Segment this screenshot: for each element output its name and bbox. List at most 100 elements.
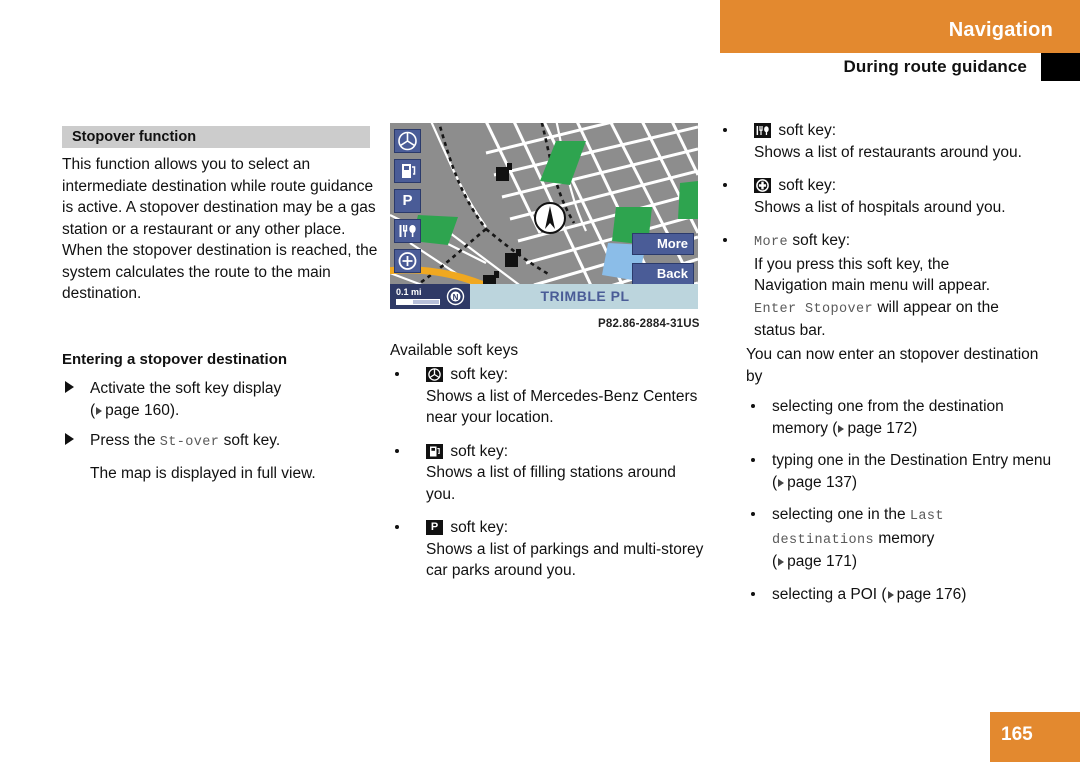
- enter-stopover-label: Enter Stopover: [754, 301, 874, 317]
- right-softkey-list: soft key: Shows a list of restaurants ar…: [718, 120, 1048, 354]
- page-ref-triangle-icon: [887, 590, 894, 599]
- figure-caption: P82.86-2884-31US: [598, 318, 700, 330]
- softkey-description: Shows a list of filling stations around …: [426, 464, 676, 503]
- method-text-tail: memory: [874, 529, 935, 547]
- softkey-fuel-pump[interactable]: [394, 159, 421, 183]
- svg-text:N: N: [453, 293, 459, 302]
- bullet-dot-icon: [751, 591, 755, 596]
- softkey-mercedes-star[interactable]: [394, 129, 421, 153]
- page-title: Navigation: [948, 19, 1053, 41]
- map-street-label: TRIMBLE PL: [540, 288, 630, 304]
- more-line-3: will appear on the: [877, 298, 999, 316]
- page-number: 165: [1001, 724, 1033, 745]
- step-text: Press the: [90, 432, 156, 449]
- step-note: The map is displayed in full view.: [90, 464, 316, 482]
- map-scale-bar: [396, 299, 440, 305]
- method-ref: page 171): [787, 553, 857, 570]
- method-text: selecting a POI (: [772, 585, 887, 603]
- enter-stopover-paragraph: You can now enter an stopover destinatio…: [746, 346, 1039, 385]
- triangle-bullet-icon: [65, 381, 74, 393]
- step-item: Press the St-over soft key.: [62, 430, 378, 454]
- section-heading-bar: Stopover function: [62, 126, 370, 148]
- more-line-4: status bar.: [754, 322, 826, 339]
- list-item: soft key: Shows a list of restaurants ar…: [718, 120, 1048, 163]
- step-text-tail: soft key.: [223, 432, 281, 449]
- list-item: selecting a POI ( page 176): [746, 584, 1052, 606]
- page-ref-triangle-icon: [838, 424, 845, 433]
- more-line-2: Navigation main menu will appear.: [754, 277, 991, 294]
- softkey-parking[interactable]: P: [394, 189, 421, 213]
- softkey-suffix: soft key:: [778, 177, 837, 194]
- list-item: soft key: Shows a list of Mercedes-Benz …: [390, 364, 706, 429]
- list-item: selecting one in the Last destinations m…: [746, 504, 1052, 573]
- bullet-dot-icon: [723, 183, 727, 187]
- parking-icon: P: [402, 192, 413, 209]
- mercedes-star-icon: [426, 367, 443, 382]
- softkey-suffix: soft key:: [450, 366, 509, 383]
- bullet-dot-icon: [723, 238, 727, 242]
- page-ref-triangle-icon: [96, 406, 103, 415]
- softkey-name: St-over: [159, 435, 220, 450]
- bullet-dot-icon: [395, 372, 399, 376]
- zoom-in-icon: [398, 252, 417, 270]
- softkey-description: Shows a list of hospitals around you.: [754, 198, 1006, 216]
- softkey-description: Shows a list of restaurants around you.: [754, 143, 1022, 161]
- method-text: selecting one in the: [772, 506, 910, 523]
- bullet-dot-icon: [751, 512, 755, 516]
- bullet-dot-icon: [395, 448, 399, 453]
- softkey-name-more: More: [754, 235, 789, 250]
- method-ref: page 172): [847, 419, 918, 437]
- softkey-zoom-in[interactable]: [394, 249, 421, 273]
- method-ref: page 176): [896, 585, 967, 603]
- procedure-steps: Activate the soft key display ( page 160)…: [62, 378, 378, 493]
- intro-paragraph: This function allows you to select an in…: [62, 156, 378, 302]
- method-ref: page 137): [787, 473, 857, 491]
- softkey-suffix: soft key:: [450, 519, 509, 536]
- restaurant-icon: [754, 123, 771, 138]
- manual-page: Navigation During route guidance Stopove…: [0, 0, 1080, 762]
- parking-icon: P: [426, 520, 443, 535]
- list-item: P soft key: Shows a list of parkings and…: [390, 517, 706, 582]
- step-ref-page: page 160).: [105, 401, 180, 419]
- map-back-button[interactable]: Back: [632, 263, 694, 285]
- softkey-restaurant[interactable]: [394, 219, 421, 243]
- list-item: selecting one from the destination memor…: [746, 396, 1052, 439]
- map-scale-label: 0.1 mi: [396, 287, 422, 297]
- middle-softkey-list: soft key: Shows a list of Mercedes-Benz …: [390, 364, 706, 594]
- method-ref-open: (: [772, 553, 778, 570]
- softkey-description: Shows a list of Mercedes-Benz Centers ne…: [426, 387, 698, 427]
- compass-north-icon: N: [446, 287, 465, 306]
- list-item: soft key: Shows a list of filling statio…: [390, 441, 706, 506]
- mercedes-star-icon: [398, 131, 417, 151]
- map-status-bar: 0.1 mi N TRIMBLE PL: [390, 284, 698, 309]
- bullet-dot-icon: [395, 525, 399, 529]
- more-line-1: If you press this soft key, the: [754, 255, 950, 273]
- fuel-pump-icon: [402, 164, 416, 178]
- triangle-bullet-icon: [65, 433, 74, 445]
- fuel-pump-icon: [426, 443, 443, 459]
- page-ref-triangle-icon: [778, 558, 785, 566]
- stopover-methods-list: selecting one from the destination memor…: [746, 396, 1052, 616]
- bullet-dot-icon: [751, 404, 755, 408]
- step-item: Activate the soft key display ( page 160)…: [62, 378, 378, 421]
- softkey-suffix: soft key:: [450, 442, 509, 460]
- list-item: soft key: Shows a list of hospitals arou…: [718, 175, 1048, 218]
- softkey-description: Shows a list of parkings and multi-store…: [426, 540, 704, 580]
- header-subtitle: During route guidance: [843, 57, 1027, 76]
- available-softkeys-title: Available soft keys: [390, 342, 519, 359]
- softkey-suffix: soft key:: [792, 232, 851, 249]
- bullet-dot-icon: [723, 128, 727, 132]
- step-text: Activate the soft key display: [90, 380, 282, 397]
- map-more-button[interactable]: More: [632, 233, 694, 255]
- subsection-heading: Entering a stopover destination: [62, 351, 288, 368]
- bullet-dot-icon: [751, 458, 755, 462]
- hospital-icon: [754, 178, 771, 193]
- list-item-more: More soft key: If you press this soft ke…: [718, 230, 1048, 342]
- header-black-marker: [1041, 53, 1080, 81]
- section-heading-label: Stopover function: [72, 129, 197, 145]
- navigation-map-screenshot: P More Back 0.1 mi N TRIMBLE PL: [390, 123, 698, 309]
- page-number-box: 165: [990, 712, 1080, 762]
- list-item: typing one in the Destination Entry menu…: [746, 450, 1052, 493]
- restaurant-icon: [399, 225, 416, 237]
- step-ref-open: (: [90, 401, 96, 419]
